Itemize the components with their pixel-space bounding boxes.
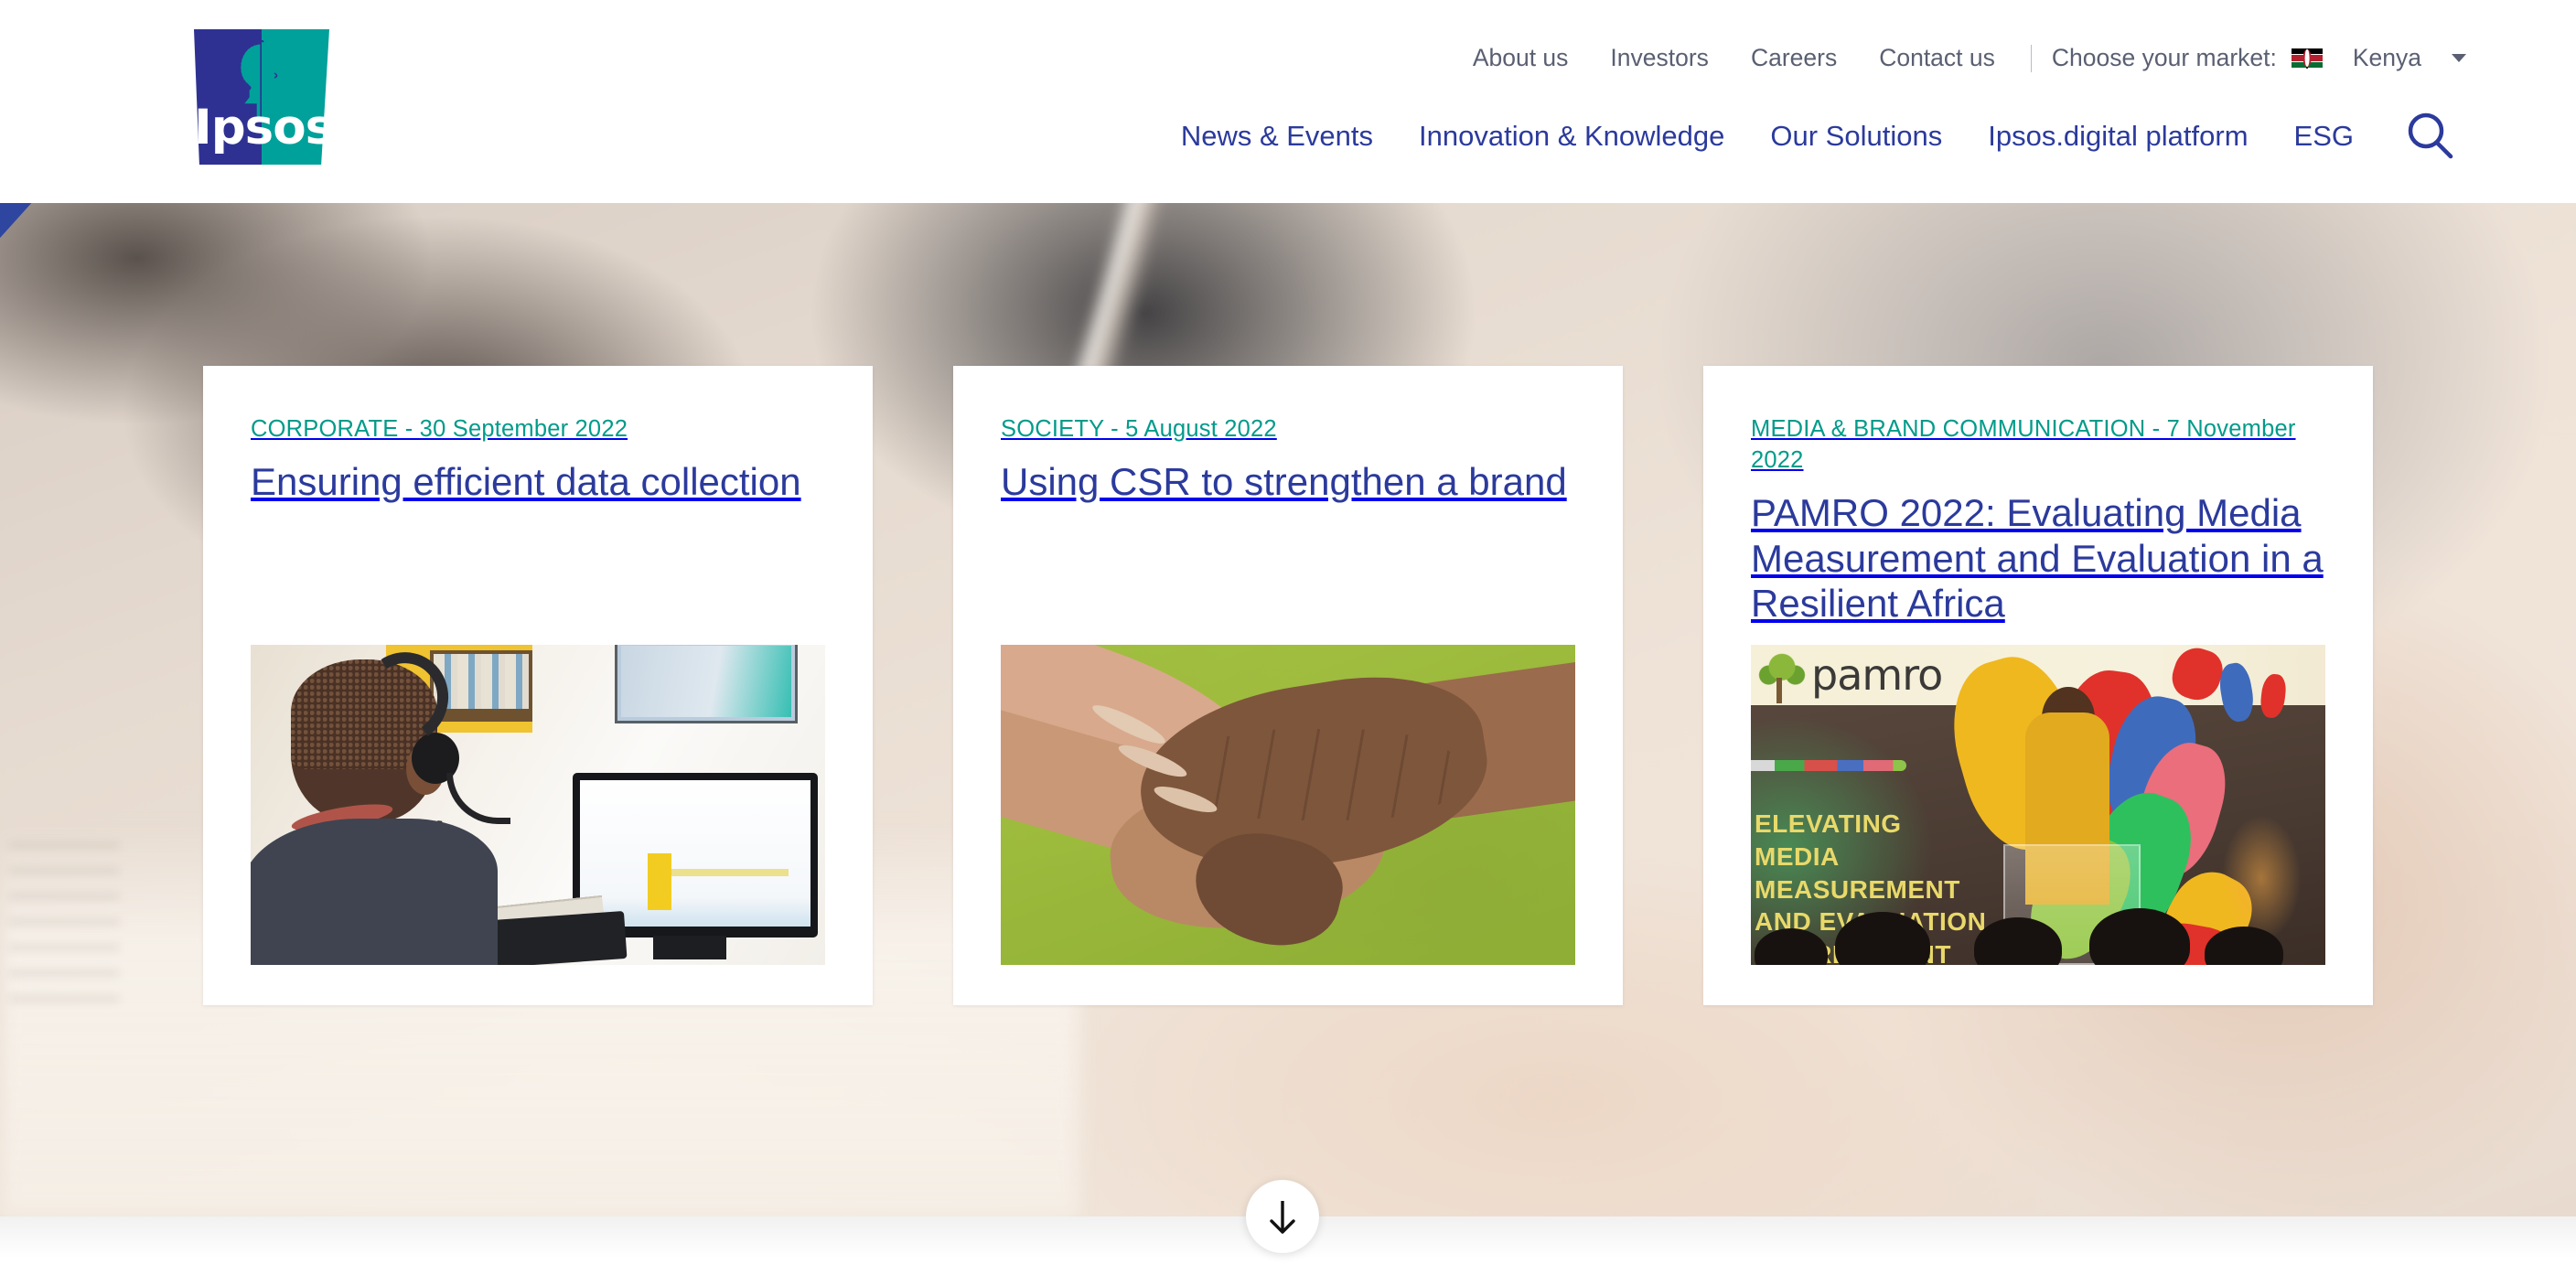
ipsos-logo[interactable]: Ipsos [194,29,329,165]
card-thumbnail: pamro ELEVATING MEDIA MEASUREMENT AND EV… [1751,644,2325,965]
nav-item-innovation-knowledge[interactable]: Innovation & Knowledge [1396,120,1747,153]
card-thumbnail [1001,644,1575,965]
featured-card[interactable]: MEDIA & BRAND COMMUNICATION - 7 November… [1703,366,2373,1005]
featured-card[interactable]: SOCIETY - 5 August 2022 Using CSR to str… [953,366,1623,1005]
topnav-item-investors[interactable]: Investors [1589,44,1730,72]
utility-nav: About us Investors Careers Contact us Ch… [1452,44,2466,72]
site-header: Ipsos About us Investors Careers Contact… [0,0,2576,203]
nav-item-ipsos-digital-platform[interactable]: Ipsos.digital platform [1965,120,2270,153]
featured-card[interactable]: CORPORATE - 30 September 2022 Ensuring e… [203,366,873,1005]
topnav-item-careers[interactable]: Careers [1730,44,1858,72]
card-meta: CORPORATE - 30 September 2022 [251,416,628,442]
flag-shield [2302,49,2312,67]
card-meta: MEDIA & BRAND COMMUNICATION - 7 November… [1751,416,2296,474]
nav-item-esg[interactable]: ESG [2271,120,2377,153]
topnav-item-about-us[interactable]: About us [1452,44,1590,72]
card-title: Using CSR to strengthen a brand [1001,460,1567,504]
chevron-down-icon[interactable] [2452,54,2466,62]
market-selector-value[interactable]: Kenya [2332,44,2442,72]
card-thumbnail [251,644,825,965]
card-title: PAMRO 2022: Evaluating Media Measurement… [1751,491,2324,626]
card-title: Ensuring efficient data collection [251,460,801,504]
topnav-item-contact-us[interactable]: Contact us [1858,44,2016,72]
kenya-flag-icon [2291,48,2323,69]
card-meta: SOCIETY - 5 August 2022 [1001,416,1277,442]
arrow-down-icon [1270,1201,1295,1234]
search-button[interactable] [2402,108,2459,165]
nav-divider [2030,44,2032,72]
nav-item-news-events[interactable]: News & Events [1158,120,1396,153]
featured-cards: CORPORATE - 30 September 2022 Ensuring e… [203,366,2373,1005]
pamro-logo-text: pamro [1811,649,1943,700]
market-selector-label: Choose your market: [2051,44,2277,71]
search-icon [2408,112,2453,159]
nav-item-our-solutions[interactable]: Our Solutions [1747,120,1965,153]
hero-section: CORPORATE - 30 September 2022 Ensuring e… [0,203,2576,1216]
main-nav: News & Events Innovation & Knowledge Our… [1158,108,2459,165]
scroll-down-button[interactable] [1246,1180,1319,1253]
logo-wordmark: Ipsos [194,100,329,155]
hero-photo-spiral-binding [9,843,119,1017]
